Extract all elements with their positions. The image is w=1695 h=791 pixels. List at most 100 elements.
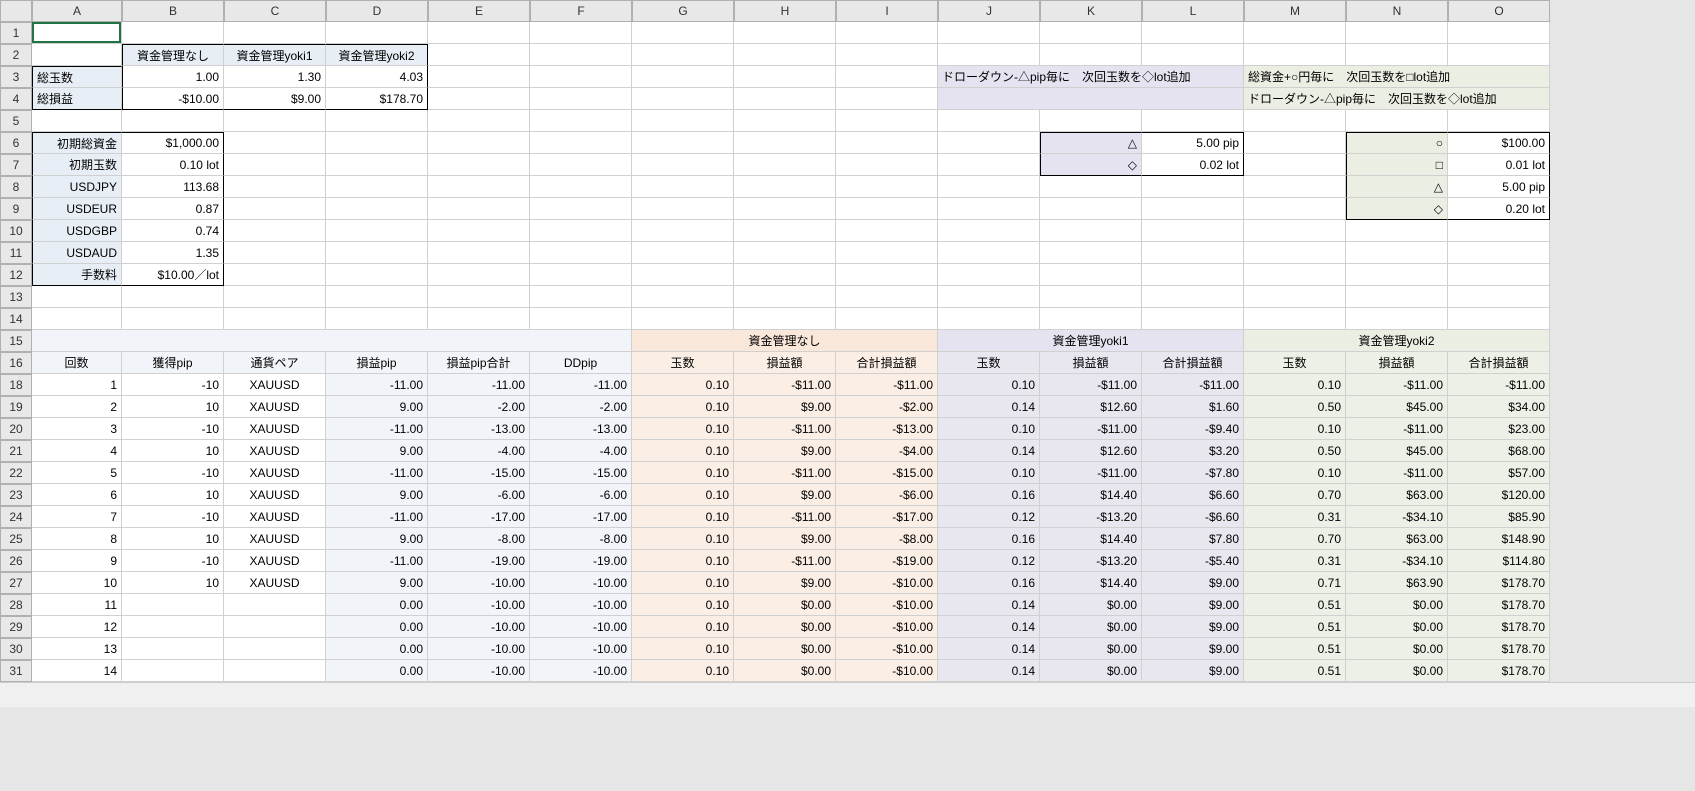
cell[interactable]: -$34.10 [1346,550,1448,572]
cell[interactable] [734,88,836,110]
col-header[interactable]: F [530,0,632,22]
cell[interactable]: 0.10 [632,374,734,396]
cell[interactable]: 1.35 [122,242,224,264]
cell[interactable]: 0.14 [938,594,1040,616]
cell[interactable] [530,154,632,176]
cell[interactable]: -13.00 [530,418,632,440]
cell[interactable]: -11.00 [326,418,428,440]
cell[interactable]: -8.00 [428,528,530,550]
cell[interactable]: $7.80 [1142,528,1244,550]
cell[interactable] [428,88,530,110]
cell[interactable] [1244,176,1346,198]
cell[interactable] [836,132,938,154]
cell[interactable] [32,308,122,330]
cell[interactable] [122,616,224,638]
cell[interactable] [32,330,632,352]
row-header[interactable]: 10 [0,220,32,242]
cell[interactable]: -10 [122,462,224,484]
cell[interactable]: -19.00 [428,550,530,572]
cell[interactable]: XAUUSD [224,374,326,396]
cell[interactable]: 0.10 [632,506,734,528]
cell[interactable]: 獲得pip [122,352,224,374]
cell[interactable]: -$11.00 [734,462,836,484]
cell[interactable]: -10.00 [530,572,632,594]
cell[interactable] [734,308,836,330]
cell[interactable]: $9.00 [1142,638,1244,660]
cell[interactable] [632,132,734,154]
section-none[interactable]: 資金管理なし [632,330,938,352]
col-header[interactable]: L [1142,0,1244,22]
cell[interactable]: -$10.00 [122,88,224,110]
row-header[interactable]: 20 [0,418,32,440]
cell[interactable] [326,110,428,132]
cell[interactable]: -13.00 [428,418,530,440]
cell[interactable]: 0.14 [938,660,1040,682]
cell[interactable]: -10.00 [428,616,530,638]
cell[interactable] [836,176,938,198]
cell[interactable]: 合計損益額 [1448,352,1550,374]
cell[interactable] [632,264,734,286]
cell[interactable]: -$17.00 [836,506,938,528]
cell[interactable]: $9.00 [1142,616,1244,638]
cell[interactable]: 総損益 [32,88,122,110]
cell[interactable]: -$11.00 [734,506,836,528]
cell[interactable]: $9.00 [1142,660,1244,682]
cell[interactable]: USDGBP [32,220,122,242]
cell[interactable]: 0.10 [632,638,734,660]
cell[interactable]: 0.71 [1244,572,1346,594]
cell[interactable] [632,66,734,88]
cell[interactable] [1346,286,1448,308]
cell[interactable] [734,22,836,44]
cell[interactable] [1244,154,1346,176]
cell[interactable] [938,198,1040,220]
cell[interactable]: -11.00 [428,374,530,396]
cell[interactable]: $85.90 [1448,506,1550,528]
cell[interactable]: -19.00 [530,550,632,572]
cell[interactable]: 6 [32,484,122,506]
note-dd-yoki2[interactable]: ドローダウン-△pip毎に 次回玉数を◇lot追加 [1244,88,1550,110]
cell[interactable]: 総玉数 [32,66,122,88]
row-header[interactable]: 13 [0,286,32,308]
row-header[interactable]: 11 [0,242,32,264]
cell[interactable]: $3.20 [1142,440,1244,462]
cell[interactable]: 9 [32,550,122,572]
cell[interactable] [1244,242,1346,264]
cell[interactable]: -$11.00 [1346,374,1448,396]
cell[interactable] [1448,308,1550,330]
cell[interactable]: XAUUSD [224,506,326,528]
cell[interactable] [1040,198,1142,220]
cell[interactable]: 0.50 [1244,440,1346,462]
row-header[interactable]: 21 [0,440,32,462]
cell[interactable]: □ [1346,154,1448,176]
cell[interactable]: $23.00 [1448,418,1550,440]
cell[interactable]: 0.10 [632,594,734,616]
cell[interactable] [938,308,1040,330]
cell[interactable]: -$10.00 [836,594,938,616]
cell[interactable]: -$11.00 [836,374,938,396]
cell[interactable]: 0.87 [122,198,224,220]
cell[interactable] [224,176,326,198]
cell[interactable]: -$4.00 [836,440,938,462]
cell[interactable]: $9.00 [734,528,836,550]
cell[interactable]: $0.00 [1040,594,1142,616]
cell[interactable]: 0.10 [632,484,734,506]
cell[interactable]: 0.14 [938,616,1040,638]
cell[interactable]: 0.10 [632,572,734,594]
cell[interactable]: 9.00 [326,484,428,506]
cell[interactable]: $0.00 [734,616,836,638]
cell[interactable] [632,198,734,220]
cell[interactable] [224,154,326,176]
cell[interactable]: -$13.20 [1040,506,1142,528]
cell[interactable]: $0.00 [1346,638,1448,660]
cell[interactable]: -$11.00 [1346,418,1448,440]
cell[interactable]: 0.01 lot [1448,154,1550,176]
cell[interactable]: $0.00 [1346,594,1448,616]
row-header[interactable]: 24 [0,506,32,528]
cell[interactable]: 1.00 [122,66,224,88]
col-header[interactable]: D [326,0,428,22]
cell[interactable]: 0.10 [632,440,734,462]
cell[interactable] [530,220,632,242]
cell[interactable]: -$10.00 [836,572,938,594]
col-header[interactable]: J [938,0,1040,22]
cell[interactable]: 10 [122,440,224,462]
